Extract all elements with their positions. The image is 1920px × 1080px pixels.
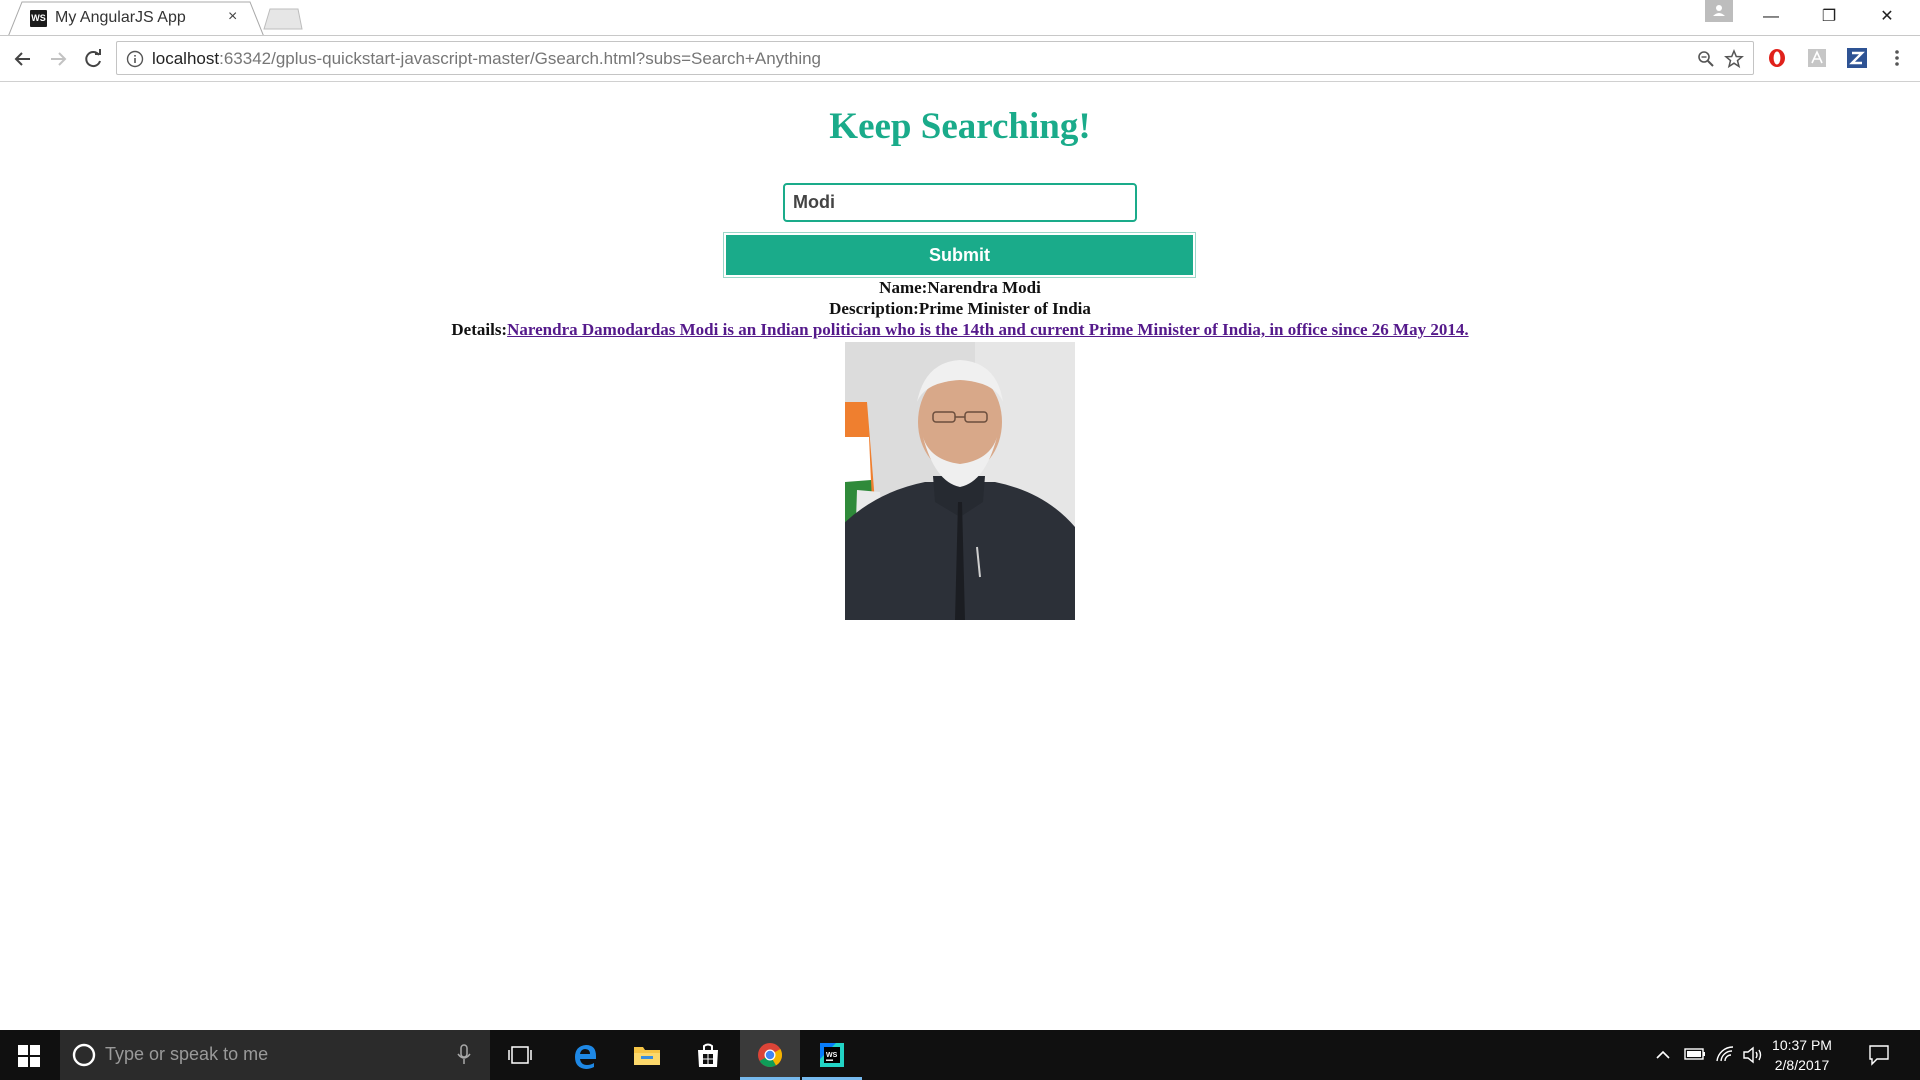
submit-button[interactable]: Submit xyxy=(726,235,1193,275)
task-view-button[interactable] xyxy=(490,1030,550,1080)
battery-icon[interactable] xyxy=(1684,1047,1706,1061)
tab-title: My AngularJS App xyxy=(55,9,186,26)
edge-app-button[interactable] xyxy=(555,1030,615,1080)
name-value: Narendra Modi xyxy=(927,278,1041,297)
windows-start-icon[interactable] xyxy=(18,1045,40,1067)
action-center-icon[interactable] xyxy=(1868,1044,1890,1066)
name-line: Name:Narendra Modi xyxy=(0,278,1920,298)
description-line: Description:Prime Minister of India xyxy=(0,299,1920,319)
file-explorer-button[interactable] xyxy=(617,1030,677,1080)
address-bar[interactable]: localhost:63342/gplus-quickstart-javascr… xyxy=(116,41,1754,75)
description-label: Description: xyxy=(829,299,919,318)
webstorm-favicon-icon: WS xyxy=(30,10,47,27)
submit-button-frame: Submit xyxy=(723,232,1196,278)
pdf-extension-icon[interactable] xyxy=(1806,47,1828,69)
reload-icon[interactable] xyxy=(80,46,106,72)
url-host: localhost xyxy=(152,49,220,68)
opera-extension-icon[interactable] xyxy=(1766,47,1788,69)
details-label: Details: xyxy=(451,320,508,339)
svg-text:WS: WS xyxy=(826,1052,838,1059)
search-input[interactable] xyxy=(783,183,1137,222)
person-icon xyxy=(1713,5,1725,16)
restore-button[interactable]: ❐ xyxy=(1800,0,1858,34)
url-path: :63342/gplus-quickstart-javascript-maste… xyxy=(219,49,822,68)
microphone-icon[interactable] xyxy=(456,1044,472,1066)
url-text: localhost:63342/gplus-quickstart-javascr… xyxy=(152,49,821,69)
profile-button[interactable] xyxy=(1705,0,1733,22)
cortana-search-box[interactable]: Type or speak to me xyxy=(60,1030,490,1080)
folder-icon xyxy=(634,1047,660,1065)
menu-dots-icon[interactable] xyxy=(1886,47,1908,69)
windows-taskbar: Type or speak to me WS 10:37 PM 2/8/2017 xyxy=(0,1030,1920,1080)
tab-close-button[interactable]: × xyxy=(228,8,237,26)
zoom-icon[interactable] xyxy=(1697,50,1715,68)
store-app-button[interactable] xyxy=(678,1030,738,1080)
description-value: Prime Minister of India xyxy=(918,299,1091,318)
chevron-up-icon[interactable] xyxy=(1655,1048,1671,1062)
browser-toolbar: localhost:63342/gplus-quickstart-javascr… xyxy=(0,36,1920,82)
forward-arrow-icon[interactable] xyxy=(45,46,71,72)
edge-icon xyxy=(575,1045,596,1069)
close-window-button[interactable]: ✕ xyxy=(1858,0,1916,34)
name-label: Name: xyxy=(879,278,928,297)
webstorm-icon: WS xyxy=(820,1043,844,1067)
tab-strip: WS My AngularJS App × — ❐ ✕ xyxy=(0,0,1920,37)
store-bag-icon xyxy=(698,1043,718,1067)
bookmark-star-icon[interactable] xyxy=(1724,49,1744,69)
zotero-extension-icon[interactable] xyxy=(1846,47,1868,69)
chrome-icon xyxy=(758,1043,783,1068)
cortana-circle-icon xyxy=(72,1043,96,1067)
clock-time[interactable]: 10:37 PM xyxy=(1762,1037,1842,1053)
back-arrow-icon[interactable] xyxy=(10,46,36,72)
volume-icon[interactable] xyxy=(1742,1045,1764,1065)
clock-date[interactable]: 2/8/2017 xyxy=(1762,1057,1842,1073)
chrome-app-button[interactable] xyxy=(740,1030,800,1080)
webstorm-app-button[interactable]: WS xyxy=(802,1030,862,1080)
new-tab-button[interactable] xyxy=(262,8,304,30)
cortana-placeholder: Type or speak to me xyxy=(105,1044,269,1064)
details-line: Details:Narendra Damodardas Modi is an I… xyxy=(0,320,1920,340)
info-icon[interactable] xyxy=(126,50,144,68)
minimize-button[interactable]: — xyxy=(1742,0,1800,34)
wifi-icon[interactable] xyxy=(1715,1044,1735,1064)
page-title: Keep Searching! xyxy=(829,106,1091,147)
web-page: Keep Searching! Submit Name:Narendra Mod… xyxy=(0,83,1920,1030)
task-view-icon xyxy=(508,1046,532,1064)
details-link[interactable]: Narendra Damodardas Modi is an Indian po… xyxy=(507,320,1468,339)
person-portrait-image xyxy=(845,342,1075,620)
